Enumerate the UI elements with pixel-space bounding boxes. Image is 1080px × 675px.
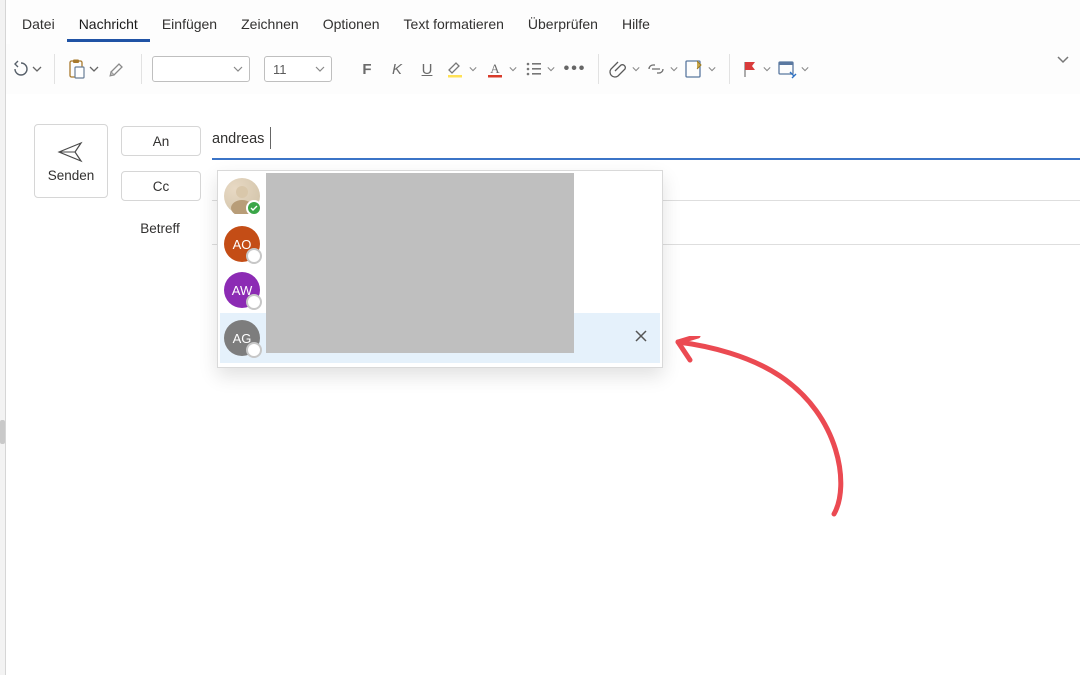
chevron-down-icon [629,65,643,73]
chevron-down-icon [544,65,558,73]
chevron-down-icon [798,65,812,73]
font-name-combo[interactable] [152,56,250,82]
svg-text:A: A [490,61,500,76]
chevron-down-icon [231,64,245,74]
format-painter-button[interactable] [103,54,131,84]
bold-icon: F [362,61,371,78]
chevron-down-icon [87,64,101,74]
undo-button[interactable] [10,54,44,84]
signature-button[interactable] [683,54,719,84]
send-label: Senden [48,168,95,183]
send-button[interactable]: Senden [34,124,108,198]
presence-unknown-icon [246,248,262,264]
highlight-icon [444,58,466,80]
font-color-button[interactable]: A [484,54,520,84]
close-icon [634,329,648,343]
clipboard-icon [65,58,87,80]
attach-file-button[interactable] [609,54,643,84]
tab-help[interactable]: Hilfe [610,2,662,42]
tab-file[interactable]: Datei [10,2,67,42]
send-icon [57,140,85,164]
view-templates-button[interactable] [776,54,812,84]
ribbon-toolbar: 11 F K U [6,44,1080,95]
to-field[interactable]: andreas [212,120,1080,160]
tab-draw[interactable]: Zeichnen [229,2,311,42]
undo-icon [10,59,30,79]
tab-insert[interactable]: Einfügen [150,2,229,42]
tab-review[interactable]: Überprüfen [516,2,610,42]
subject-label: Betreff [121,221,199,236]
signature-icon [683,58,705,80]
insert-link-button[interactable] [645,54,681,84]
chevron-down-icon [30,64,44,74]
presence-available-icon [246,200,262,216]
paste-button[interactable] [65,54,101,84]
collapse-ribbon-button[interactable] [1052,48,1074,70]
recipient-suggestions-popup: AO AW AG [217,170,663,368]
link-icon [645,59,667,79]
to-input-value: andreas [212,131,264,147]
chevron-down-icon [466,65,480,73]
presence-unknown-icon [246,342,262,358]
bullets-button[interactable] [524,54,558,84]
chevron-down-icon [705,65,719,73]
font-size-value: 11 [273,62,287,77]
template-icon [776,58,798,80]
dismiss-suggestion-button[interactable] [626,321,656,351]
avatar-initials: AO [224,226,260,262]
paintbrush-icon [107,59,127,79]
underline-icon: U [422,61,433,78]
scrollbar-thumb[interactable] [0,420,5,444]
avatar-initials: AG [224,320,260,356]
flag-icon [740,59,760,79]
italic-button[interactable]: K [384,54,410,84]
to-button[interactable]: An [121,126,201,156]
underline-button[interactable]: U [414,54,440,84]
chevron-down-icon [760,65,774,73]
follow-up-flag-button[interactable] [740,54,774,84]
bullets-icon [524,59,544,79]
redacted-area [266,173,574,353]
chevron-down-icon [1056,52,1070,66]
font-color-icon: A [484,58,506,80]
avatar-photo [224,178,260,214]
highlight-button[interactable] [444,54,480,84]
chevron-down-icon [506,65,520,73]
paperclip-icon [609,59,629,79]
tab-options[interactable]: Optionen [311,2,392,42]
bold-button[interactable]: F [354,54,380,84]
presence-unknown-icon [246,294,262,310]
ellipsis-icon: ••• [564,60,587,78]
chevron-down-icon [313,64,327,74]
tab-message[interactable]: Nachricht [67,2,150,42]
more-formatting-button[interactable]: ••• [562,54,588,84]
italic-icon: K [392,61,402,78]
chevron-down-icon [667,65,681,73]
tab-format[interactable]: Text formatieren [392,2,516,42]
font-size-combo[interactable]: 11 [264,56,332,82]
text-cursor [270,127,271,149]
cc-button[interactable]: Cc [121,171,201,201]
ribbon-tabs: Datei Nachricht Einfügen Zeichnen Option… [10,0,1080,45]
avatar-initials: AW [224,272,260,308]
